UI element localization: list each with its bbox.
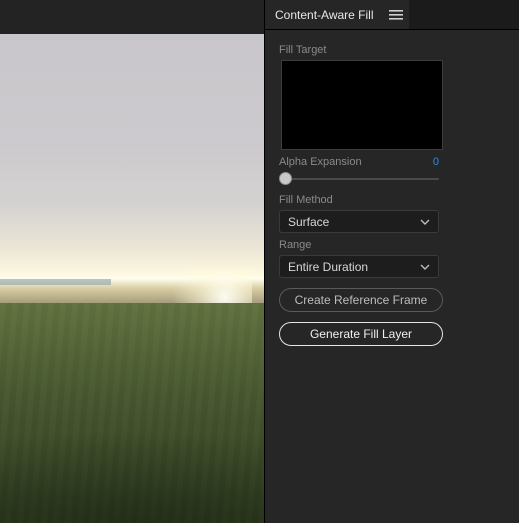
range-label: Range <box>279 239 505 251</box>
alpha-expansion-row: Alpha Expansion 0 <box>279 156 439 168</box>
preview-image <box>0 34 264 523</box>
panel-menu-button[interactable] <box>383 0 409 29</box>
slider-track <box>285 178 439 180</box>
chevron-down-icon <box>420 264 430 270</box>
alpha-expansion-slider[interactable] <box>279 170 439 188</box>
preview-horizon <box>0 279 111 285</box>
composition-preview <box>0 0 264 523</box>
button-label: Create Reference Frame <box>295 293 428 307</box>
tab-content-aware-fill[interactable]: Content-Aware Fill <box>265 0 383 29</box>
fill-target-preview[interactable] <box>281 60 443 150</box>
range-select[interactable]: Entire Duration <box>279 255 439 278</box>
fill-method-selected: Surface <box>288 215 329 229</box>
create-reference-frame-button[interactable]: Create Reference Frame <box>279 288 443 312</box>
fill-method-select[interactable]: Surface <box>279 210 439 233</box>
preview-foreground <box>0 303 264 523</box>
panel-body: Fill Target Alpha Expansion 0 Fill Metho… <box>265 30 519 360</box>
range-selected: Entire Duration <box>288 260 368 274</box>
menu-icon <box>389 10 403 20</box>
alpha-expansion-label: Alpha Expansion <box>279 156 362 168</box>
chevron-down-icon <box>420 219 430 225</box>
panel-tab-bar: Content-Aware Fill <box>265 0 519 30</box>
panel-title: Content-Aware Fill <box>275 8 373 22</box>
fill-method-label: Fill Method <box>279 194 505 206</box>
alpha-expansion-value[interactable]: 0 <box>433 156 439 168</box>
slider-thumb[interactable] <box>279 172 292 185</box>
button-label: Generate Fill Layer <box>310 327 412 341</box>
content-aware-fill-panel: Content-Aware Fill Fill Target Alpha Exp… <box>264 0 519 523</box>
generate-fill-layer-button[interactable]: Generate Fill Layer <box>279 322 443 346</box>
fill-target-label: Fill Target <box>279 44 505 56</box>
